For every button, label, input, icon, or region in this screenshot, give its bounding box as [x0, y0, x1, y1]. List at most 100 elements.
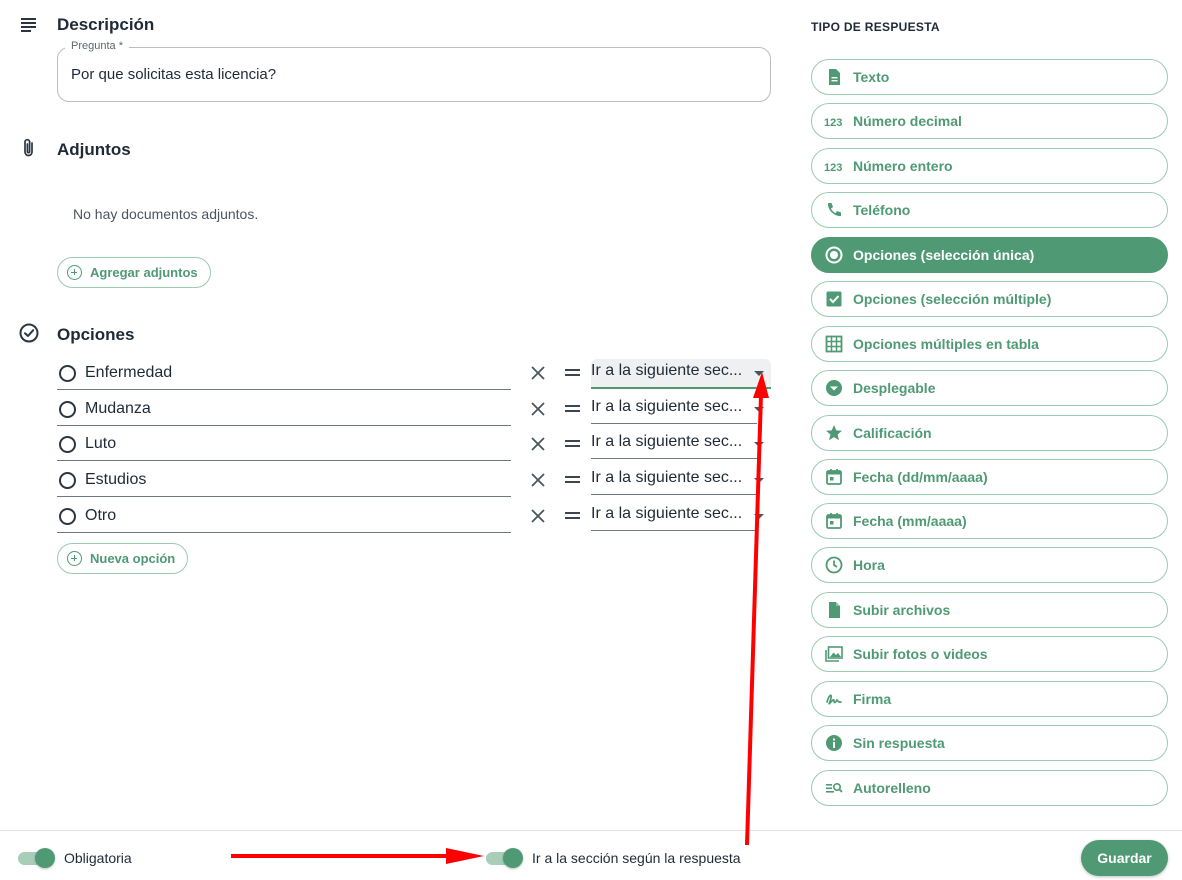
option-label[interactable]: Enfermedad [85, 364, 172, 382]
type-multiple-choice-button[interactable]: Opciones (selección múltiple) [811, 281, 1168, 317]
branching-toggle[interactable] [486, 848, 524, 868]
annotation-arrow-vertical [745, 394, 763, 846]
type-label: Subir archivos [853, 602, 951, 618]
drag-handle-icon[interactable] [565, 368, 581, 378]
remove-option-icon[interactable] [528, 470, 548, 490]
remove-option-icon[interactable] [528, 506, 548, 526]
type-upload-media-button[interactable]: Subir fotos o videos [811, 636, 1168, 672]
type-phone-button[interactable]: Teléfono [811, 192, 1168, 228]
section-jump-select[interactable]: Ir a la siguiente sec... [591, 395, 771, 424]
remove-option-icon[interactable] [528, 399, 548, 419]
add-attachments-label: Agregar adjuntos [90, 265, 198, 280]
type-label: Número entero [853, 158, 953, 174]
drag-handle-icon[interactable] [565, 404, 581, 414]
remove-option-icon[interactable] [528, 363, 548, 383]
caret-down-icon [754, 514, 764, 519]
caret-down-icon [754, 407, 764, 412]
save-button[interactable]: Guardar [1081, 840, 1168, 876]
type-integer-button[interactable]: 123 Número entero [811, 148, 1168, 184]
toggle-knob [503, 848, 523, 868]
select-underline [591, 494, 757, 495]
calendar-icon [826, 513, 842, 529]
option-underline [57, 460, 511, 461]
select-underline [591, 530, 757, 531]
star-icon [826, 425, 842, 441]
type-text-button[interactable]: Texto [811, 59, 1168, 95]
response-type-title: TIPO DE RESPUESTA [811, 20, 940, 34]
type-label: Número decimal [853, 113, 962, 129]
radio-icon [59, 436, 76, 453]
add-circle-icon [67, 265, 82, 280]
type-label: Opciones (selección única) [853, 247, 1035, 263]
section-jump-select[interactable]: Ir a la siguiente sec... [591, 502, 771, 531]
option-label[interactable]: Otro [85, 507, 116, 525]
svg-text:123: 123 [824, 162, 842, 174]
type-upload-files-button[interactable]: Subir archivos [811, 592, 1168, 628]
options-section-title: Opciones [57, 325, 135, 344]
description-section-title: Descripción [57, 15, 155, 34]
type-label: Opciones (selección múltiple) [853, 291, 1052, 307]
option-label[interactable]: Luto [85, 435, 116, 453]
type-dropdown-button[interactable]: Desplegable [811, 370, 1168, 406]
type-date-button[interactable]: Fecha (dd/mm/aaaa) [811, 459, 1168, 495]
drag-handle-icon[interactable] [565, 475, 581, 485]
option-row: Mudanza Ir a la siguiente sec... [57, 393, 771, 427]
question-input-value[interactable]: Por que solicitas esta licencia? [71, 66, 276, 83]
annotation-arrowhead-right [446, 848, 484, 864]
section-jump-select[interactable]: Ir a la siguiente sec... [591, 466, 771, 495]
required-toggle[interactable] [18, 848, 56, 868]
option-row: Enfermedad Ir a la siguiente sec... [57, 357, 771, 391]
type-table-button[interactable]: Opciones múltiples en tabla [811, 326, 1168, 362]
footer-divider [0, 830, 1182, 831]
option-underline [57, 532, 511, 533]
radio-icon [59, 365, 76, 382]
section-jump-select[interactable]: Ir a la siguiente sec... [591, 430, 771, 459]
drag-handle-icon[interactable] [565, 511, 581, 521]
type-label: Firma [853, 691, 892, 707]
type-label: Sin respuesta [853, 735, 945, 751]
type-label: Fecha (mm/aaaa) [853, 513, 967, 529]
select-underline [591, 423, 757, 424]
caret-down-icon [754, 442, 764, 447]
option-label[interactable]: Mudanza [85, 400, 151, 418]
type-single-choice-button[interactable]: Opciones (selección única) [811, 237, 1168, 273]
option-underline [57, 389, 511, 390]
paperclip-icon [24, 138, 33, 157]
radio-icon [59, 508, 76, 525]
type-label: Autorelleno [853, 780, 931, 796]
section-jump-select[interactable]: Ir a la siguiente sec... [591, 359, 771, 389]
type-signature-button[interactable]: Firma [811, 681, 1168, 717]
remove-option-icon[interactable] [528, 434, 548, 454]
photos-icon [825, 646, 843, 662]
add-attachments-button[interactable]: Agregar adjuntos [57, 257, 211, 288]
type-label: Opciones múltiples en tabla [853, 336, 1039, 352]
type-no-answer-button[interactable]: Sin respuesta [811, 725, 1168, 761]
option-label[interactable]: Estudios [85, 471, 146, 489]
section-jump-value: Ir a la siguiente sec... [591, 362, 743, 379]
drag-handle-icon[interactable] [565, 439, 581, 449]
add-circle-icon [67, 551, 82, 566]
checkbox-icon [826, 291, 842, 307]
type-autofill-button[interactable]: Autorelleno [811, 770, 1168, 806]
type-decimal-button[interactable]: 123 Número decimal [811, 103, 1168, 139]
option-row: Estudios Ir a la siguiente sec... [57, 464, 771, 498]
option-row: Otro Ir a la siguiente sec... [57, 500, 771, 534]
caret-down-icon [754, 478, 764, 483]
select-underline [591, 458, 757, 459]
option-underline [57, 496, 511, 497]
radio-icon [59, 472, 76, 489]
type-month-date-button[interactable]: Fecha (mm/aaaa) [811, 503, 1168, 539]
info-icon [826, 735, 842, 751]
section-jump-value: Ir a la siguiente sec... [591, 398, 743, 415]
type-time-button[interactable]: Hora [811, 547, 1168, 583]
section-jump-value: Ir a la siguiente sec... [591, 433, 743, 450]
new-option-button[interactable]: Nueva opción [57, 543, 189, 574]
check-circle-icon [19, 323, 39, 343]
type-rating-button[interactable]: Calificación [811, 415, 1168, 451]
select-underline [591, 387, 771, 389]
toggle-knob [35, 848, 55, 868]
attachments-section-title: Adjuntos [57, 140, 131, 159]
svg-text:123: 123 [824, 117, 842, 129]
type-label: Teléfono [853, 202, 911, 218]
radio-icon [59, 401, 76, 418]
